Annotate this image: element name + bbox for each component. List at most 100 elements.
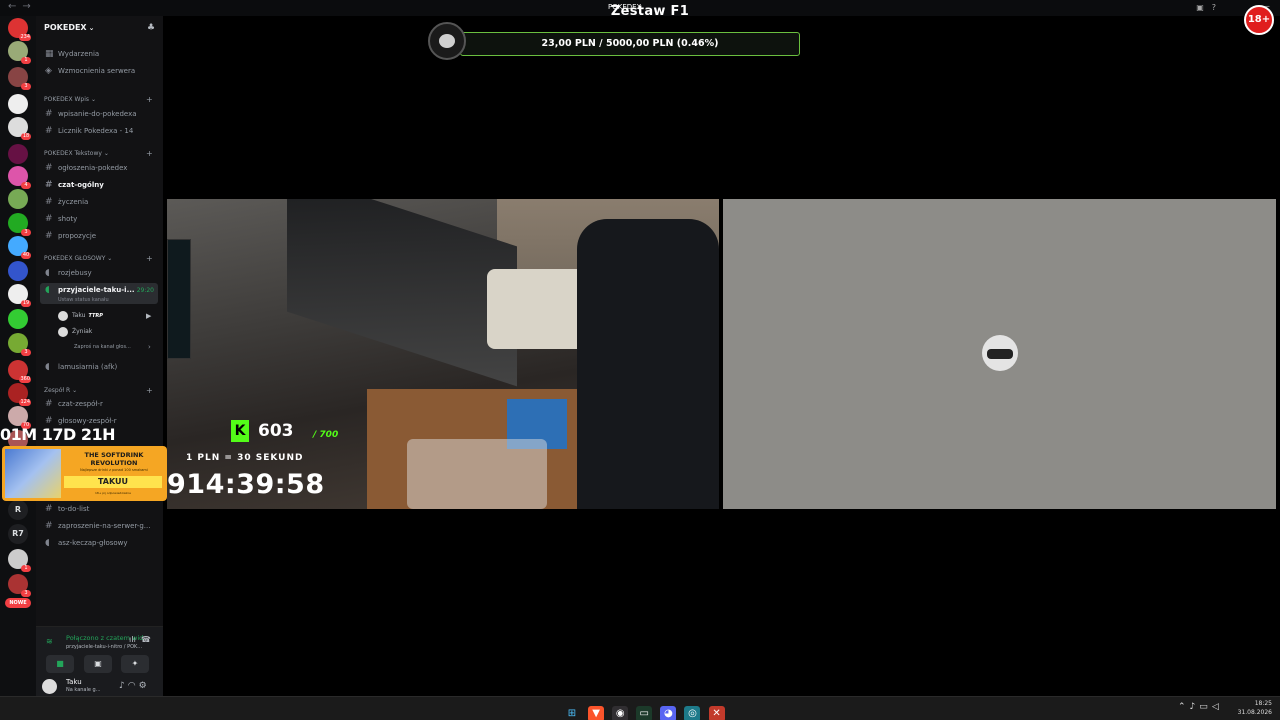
- add-channel-icon[interactable]: +: [146, 254, 153, 263]
- server-icon[interactable]: 40: [8, 236, 31, 259]
- server-icon[interactable]: 3: [8, 213, 31, 236]
- discord-icon[interactable]: ◕: [660, 706, 677, 720]
- add-channel-icon[interactable]: +: [146, 95, 153, 104]
- mention-badge: 1: [21, 565, 31, 572]
- channel-zaproszenie[interactable]: # zaproszenie-na-serwer-g...: [40, 519, 158, 534]
- ad-tagline: Najlepsze drinki z ponad 100 smakami: [80, 468, 148, 472]
- channel-afk[interactable]: ◖ lamusiarnia (afk): [40, 360, 158, 375]
- voice-status-hint[interactable]: Ustaw status kanału: [58, 297, 109, 303]
- server-icon[interactable]: 360: [8, 360, 31, 383]
- user-name[interactable]: Taku: [66, 678, 82, 686]
- speaker-icon: ◖: [45, 362, 50, 372]
- taskbar-clock[interactable]: 18:25 31.08.2026: [1236, 699, 1272, 717]
- voice-user-tag: TTRP: [88, 313, 103, 319]
- channel-label: czat-zespół-r: [58, 400, 103, 408]
- category-glosowy[interactable]: POKEDEX GŁOSOWY ⌄ +: [44, 254, 153, 263]
- brave-icon[interactable]: ▼: [588, 706, 605, 720]
- activities-icon: ✦: [131, 659, 139, 668]
- server-icon[interactable]: [8, 261, 28, 281]
- signal-icon[interactable]: ≋: [46, 637, 53, 646]
- hash-icon: #: [45, 399, 53, 409]
- server-icon[interactable]: 3: [8, 333, 31, 356]
- channel-label: czat-ogólny: [58, 181, 104, 189]
- channel-ogloszenia[interactable]: # ogłoszenia-pokedex: [40, 161, 158, 176]
- server-icon[interactable]: R7: [8, 524, 28, 544]
- server-icon[interactable]: 1: [8, 549, 31, 572]
- channel-label: Licznik Pokedexa - 14: [58, 127, 134, 135]
- channel-czat-ogolny[interactable]: # czat-ogólny: [40, 178, 158, 193]
- gear-icon[interactable]: ⚙: [139, 681, 147, 691]
- server-icon[interactable]: 3: [8, 574, 31, 597]
- voice-user-zyniak[interactable]: Żyniak: [58, 326, 92, 338]
- voice-connected-channel[interactable]: przyjaciele-taku-i-nitro / POK...: [66, 644, 146, 650]
- server-icon[interactable]: 234: [8, 18, 31, 41]
- activities-button[interactable]: ✦: [121, 655, 149, 673]
- server-icon[interactable]: 19: [8, 284, 31, 307]
- volume-icon[interactable]: ◁: [1212, 702, 1219, 712]
- windows-icon[interactable]: ⊞: [564, 706, 580, 720]
- add-member-icon[interactable]: ♣: [147, 23, 155, 33]
- camera-button[interactable]: ■: [46, 655, 74, 673]
- channel-wpisanie[interactable]: # wpisanie-do-pokedexa: [40, 107, 158, 122]
- help-icon[interactable]: ?: [1212, 3, 1216, 12]
- close-app-icon[interactable]: ✕: [708, 706, 725, 720]
- arrow-left-icon[interactable]: ←: [8, 1, 16, 12]
- channel-shoty[interactable]: # shoty: [40, 212, 158, 227]
- guild-header[interactable]: POKEDEX ⌄: [44, 23, 94, 32]
- chevron-up-icon[interactable]: ⌃: [1178, 702, 1186, 712]
- channel-label: przyjaciele-taku-i...: [58, 286, 135, 294]
- sub-count: 603: [258, 421, 294, 441]
- noise-suppression-icon[interactable]: ıIı: [129, 635, 136, 644]
- new-badge[interactable]: NOWE: [5, 598, 31, 608]
- headphones-icon[interactable]: ◠: [128, 681, 136, 691]
- terminal-icon[interactable]: ▭: [636, 706, 653, 720]
- category-tekstowy[interactable]: POKEDEX Tekstowy ⌄ +: [44, 149, 153, 158]
- channel-zyczenia[interactable]: # życzenia: [40, 195, 158, 210]
- video-tile-user[interactable]: [723, 199, 1276, 509]
- category-wpis[interactable]: POKEDEX Wpis ⌄ +: [44, 95, 153, 104]
- server-icon[interactable]: 4: [8, 166, 31, 189]
- channel-to-do[interactable]: # to-do-list: [40, 502, 158, 517]
- server-icon[interactable]: R: [8, 500, 28, 520]
- server-icon[interactable]: 124: [8, 383, 31, 406]
- network-icon[interactable]: ▭: [1199, 702, 1208, 712]
- avatar[interactable]: [42, 679, 57, 694]
- speaker-icon: ◖: [45, 538, 50, 548]
- hash-icon: #: [45, 231, 53, 241]
- server-icon[interactable]: [8, 189, 28, 209]
- video-tile-webcam[interactable]: K 603 / 700 1 PLN = 30 SEKUND 914:39:58: [167, 199, 719, 509]
- server-icon[interactable]: [8, 94, 28, 114]
- add-channel-icon[interactable]: +: [146, 149, 153, 158]
- channel-label: zaproszenie-na-serwer-g...: [58, 522, 151, 530]
- disconnect-icon[interactable]: ☎: [141, 635, 151, 644]
- channel-boosts[interactable]: ◈ Wzmocnienia serwera: [40, 64, 158, 79]
- channel-propozycje[interactable]: # propozycje: [40, 229, 158, 244]
- channel-licznik[interactable]: # Licznik Pokedexa - 14: [40, 124, 158, 139]
- obs-icon[interactable]: ◉: [612, 706, 629, 720]
- add-channel-icon[interactable]: +: [146, 386, 153, 395]
- server-icon[interactable]: 18: [8, 117, 31, 140]
- voice-invite-link[interactable]: Zaproś na kanał głos... ›: [74, 343, 151, 351]
- arrow-right-icon[interactable]: →: [22, 1, 30, 12]
- channel-asz-keczap[interactable]: ◖ asz-keczap-głosowy: [40, 536, 158, 551]
- server-icon[interactable]: 70: [8, 406, 31, 429]
- hash-icon: #: [45, 109, 53, 119]
- server-icon[interactable]: [8, 144, 28, 164]
- mention-badge: 3: [21, 83, 31, 90]
- server-icon[interactable]: 1: [8, 41, 31, 64]
- inbox-icon[interactable]: ▣: [1196, 3, 1204, 12]
- microphone-icon[interactable]: ♪: [1190, 702, 1196, 712]
- server-icon[interactable]: 3: [8, 67, 31, 90]
- channel-events[interactable]: ▦ Wydarzenia: [40, 47, 158, 62]
- edge-icon[interactable]: ◎: [684, 706, 701, 720]
- category-label: Zespół R: [44, 387, 71, 394]
- mention-badge: 124: [19, 399, 31, 406]
- screen-share-button[interactable]: ▣: [84, 655, 112, 673]
- server-icon[interactable]: [8, 309, 28, 329]
- category-zespol-r[interactable]: Zespół R ⌄ +: [44, 386, 153, 395]
- microphone-icon[interactable]: ♪: [119, 681, 125, 691]
- channel-rozjebusy[interactable]: ◖ rozjebusy: [40, 266, 158, 281]
- voice-user-taku[interactable]: Taku TTRP ▶: [58, 310, 151, 322]
- clock-time: 18:25: [1254, 700, 1272, 707]
- channel-czat-zespol[interactable]: # czat-zespół-r: [40, 397, 158, 412]
